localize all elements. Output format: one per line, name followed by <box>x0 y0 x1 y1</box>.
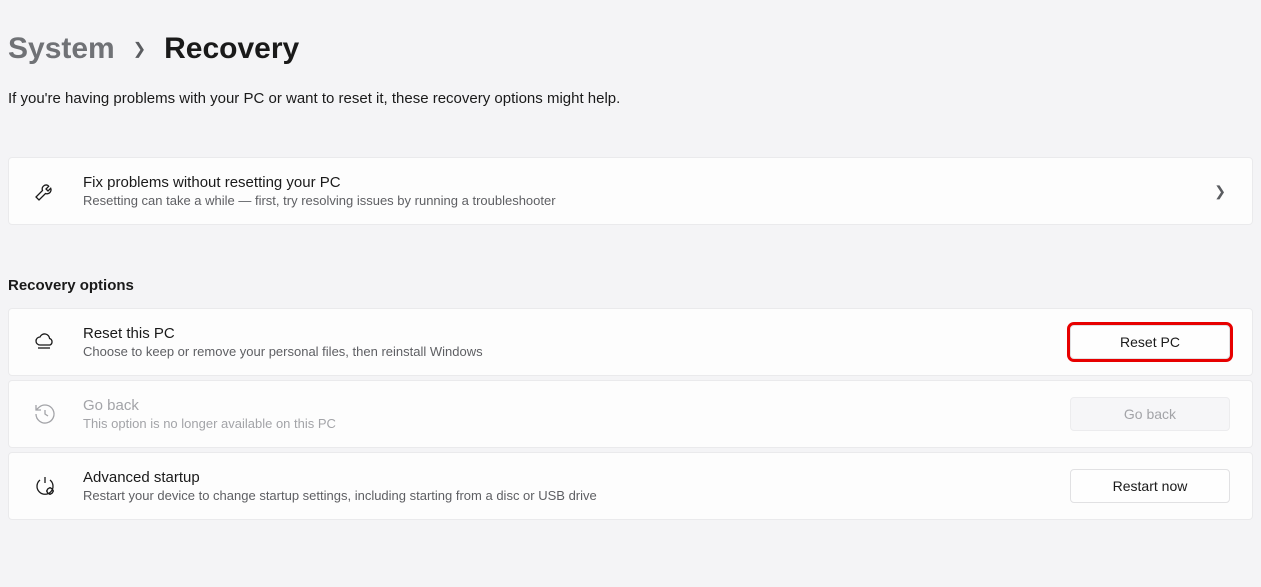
advanced-startup-desc: Restart your device to change startup se… <box>83 488 1046 503</box>
breadcrumb: System ❯ Recovery <box>8 32 1253 66</box>
reset-pc-title: Reset this PC <box>83 325 1046 342</box>
wrench-icon <box>31 177 59 205</box>
troubleshoot-card[interactable]: Fix problems without resetting your PC R… <box>8 157 1253 225</box>
advanced-startup-card: Advanced startup Restart your device to … <box>8 452 1253 520</box>
breadcrumb-current: Recovery <box>164 32 299 66</box>
go-back-button: Go back <box>1070 397 1230 431</box>
reset-pc-card: Reset this PC Choose to keep or remove y… <box>8 308 1253 376</box>
advanced-startup-title: Advanced startup <box>83 469 1046 486</box>
section-heading: Recovery options <box>8 277 1253 294</box>
intro-text: If you're having problems with your PC o… <box>8 90 1253 107</box>
go-back-title: Go back <box>83 397 1046 414</box>
reset-pc-desc: Choose to keep or remove your personal f… <box>83 344 1046 359</box>
chevron-right-icon: ❯ <box>1214 183 1230 200</box>
go-back-card: Go back This option is no longer availab… <box>8 380 1253 448</box>
chevron-right-icon: ❯ <box>133 39 146 59</box>
cloud-reset-icon <box>31 328 59 356</box>
restart-now-button[interactable]: Restart now <box>1070 469 1230 503</box>
go-back-desc: This option is no longer available on th… <box>83 416 1046 431</box>
breadcrumb-parent[interactable]: System <box>8 32 115 66</box>
troubleshoot-desc: Resetting can take a while — first, try … <box>83 193 1190 208</box>
troubleshoot-title: Fix problems without resetting your PC <box>83 174 1190 191</box>
history-icon <box>31 400 59 428</box>
power-gear-icon <box>31 472 59 500</box>
reset-pc-button[interactable]: Reset PC <box>1070 325 1230 359</box>
